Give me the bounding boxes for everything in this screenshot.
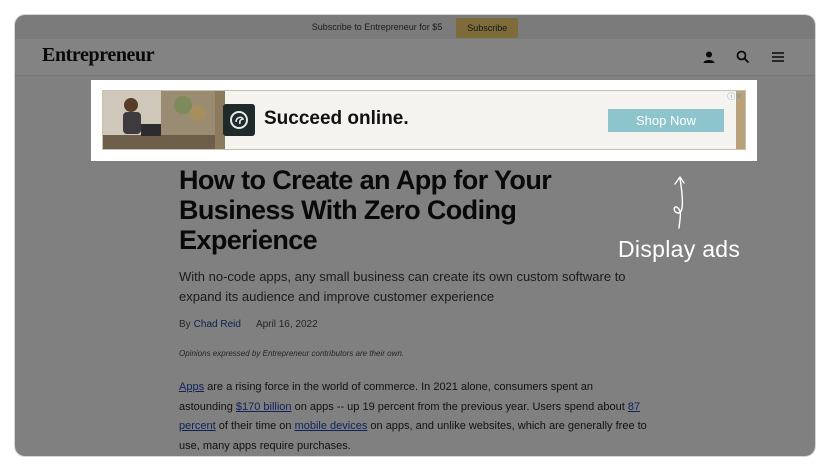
annotation-label: Display ads <box>618 236 741 262</box>
ad-photo <box>103 91 215 149</box>
ad-headline: Succeed online. <box>264 108 409 129</box>
ad-brand-logo-icon <box>223 104 255 136</box>
ad-choices-icon[interactable]: ⓘ✕ <box>727 91 742 102</box>
screenshot-frame: Subscribe to Entrepreneur for $5 Subscri… <box>15 15 815 456</box>
ad-shop-now-button[interactable]: Shop Now <box>608 109 724 132</box>
display-ad-banner[interactable]: Succeed online. Shop Now ⓘ✕ <box>102 90 746 150</box>
display-ad-highlight: Succeed online. Shop Now ⓘ✕ <box>91 80 757 161</box>
annotation-arrow-icon <box>667 172 691 235</box>
